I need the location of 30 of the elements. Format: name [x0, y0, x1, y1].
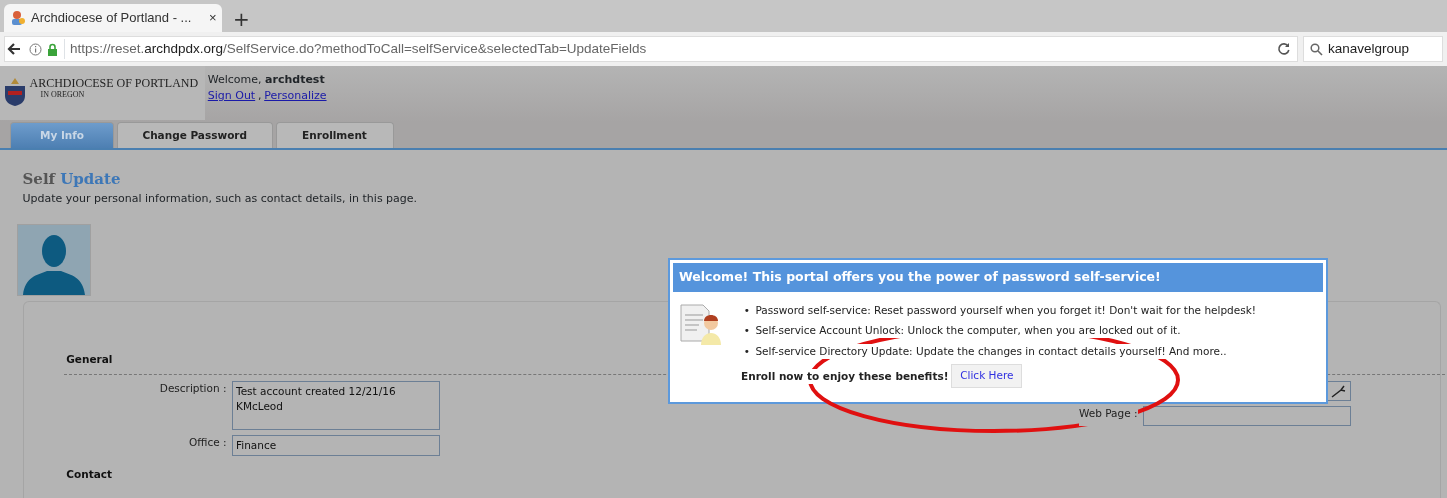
enroll-text: Enroll now to enjoy these benefits! — [741, 368, 949, 384]
header-link[interactable]: Personalize — [264, 88, 327, 105]
page-tab[interactable]: Enrollment — [275, 122, 394, 148]
field-label: Web Page : — [1078, 406, 1138, 426]
url-text: https://reset.archdpdx.org/SelfService.do?methodToCall=selfService&selectedTab=UpdateFields — [63, 38, 1272, 60]
field-label: Description : — [158, 380, 227, 396]
new-tab-button[interactable]: + — [233, 9, 250, 32]
page-tab[interactable]: Change Password — [116, 122, 273, 148]
bullet-text: Self-service Account Unlock: Unlock the computer, when you are locked out of it. — [755, 323, 1181, 339]
bullet-text: Self-service Directory Update: Update the changes in contact details yourself! And more.. — [755, 343, 1227, 359]
logo-subtitle: IN OREGON — [39, 89, 86, 101]
page-subtitle: Update your personal information, such as contact details, in this page. — [21, 190, 419, 207]
dialog-title: Welcome! This portal offers you the power of password self-service! — [673, 263, 1323, 292]
logo-title: ARCHDIOCESE OF PORTLAND — [29, 77, 199, 89]
input-field[interactable]: Test account created 12/21/16 KMcLeod — [232, 380, 440, 430]
search-field[interactable]: kanavelgroup — [1303, 36, 1443, 62]
click-here-button[interactable]: Click Here — [951, 364, 1023, 388]
browser-tab[interactable]: Archdiocese of Portland - ... × — [4, 4, 222, 32]
field-label: Office : — [187, 435, 227, 450]
search-text: kanavelgroup — [1328, 39, 1410, 58]
section-heading: Contact — [66, 468, 112, 480]
separator-text: , — [257, 88, 262, 104]
tab-title: Archdiocese of Portland - ... — [31, 9, 193, 28]
header-link[interactable]: Sign Out — [207, 88, 256, 105]
address-bar[interactable]: https://reset.archdpdx.org/SelfService.do?methodToCall=selfService&selectedTab=UpdateFields — [4, 36, 1298, 62]
close-icon[interactable]: × — [208, 8, 217, 28]
input-field[interactable]: Finance — [232, 435, 440, 456]
section-heading: General — [66, 353, 113, 365]
welcome-text: Welcome, archdtest — [207, 71, 326, 88]
page-title: Self Update — [21, 169, 122, 190]
